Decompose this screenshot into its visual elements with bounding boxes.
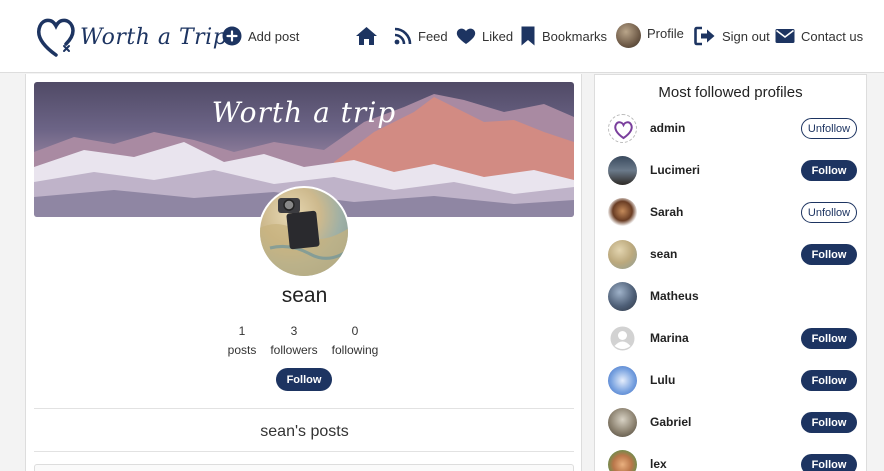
stat-posts-value: 1 (238, 324, 246, 338)
profile-follow-button[interactable]: Follow (276, 368, 332, 391)
follow-button[interactable]: Follow (801, 370, 857, 391)
nav-contact[interactable]: Contact us (775, 22, 863, 50)
follow-button[interactable]: Follow (801, 328, 857, 349)
nav-liked-label: Liked (482, 28, 514, 44)
profile-avatar (258, 186, 350, 278)
nav-add-post-label: Add post (248, 28, 300, 44)
stat-followers-value: 3 (290, 324, 298, 338)
avatar (608, 450, 637, 471)
follow-button[interactable]: Follow (801, 454, 857, 471)
profile-username: sean (281, 284, 328, 307)
profile-name[interactable]: Lucimeri (650, 163, 700, 177)
profile-card: Worth a trip sean 1 posts 3 followers 0 … (25, 74, 582, 471)
nav-add-post[interactable]: Add post (222, 22, 299, 50)
profile-row-marina[interactable]: Marina Follow (595, 317, 866, 359)
unfollow-button[interactable]: Unfollow (801, 202, 857, 223)
avatar (608, 198, 637, 227)
avatar (608, 114, 637, 143)
profile-row-lulu[interactable]: Lulu Follow (595, 359, 866, 401)
nav-sign-out[interactable]: Sign out (694, 22, 770, 50)
nav-contact-label: Contact us (801, 28, 864, 44)
profile-name[interactable]: admin (650, 121, 685, 135)
profile-row-lex[interactable]: lex Follow (595, 443, 866, 471)
profile-name[interactable]: Lulu (650, 373, 675, 387)
profile-row-sean[interactable]: sean Follow (595, 233, 866, 275)
profile-name[interactable]: Marina (650, 331, 689, 345)
post-card[interactable] (34, 464, 574, 471)
divider (34, 451, 574, 452)
stat-followers-label: followers (270, 343, 318, 357)
brand-name: Worth a Trip (80, 24, 228, 50)
stat-posts-label: posts (227, 343, 257, 357)
follow-button[interactable]: Follow (801, 244, 857, 265)
nav-feed-label: Feed (418, 28, 448, 44)
envelope-icon (775, 28, 795, 44)
profile-name[interactable]: Matheus (650, 289, 699, 303)
posts-section-title: sean's posts (260, 423, 349, 440)
heart-logo-icon (614, 121, 633, 140)
avatar (608, 408, 637, 437)
home-icon (355, 26, 378, 46)
sidebar-title: Most followed profiles (658, 84, 803, 101)
rss-icon (394, 27, 412, 45)
bookmark-icon (520, 26, 536, 46)
nav-sign-out-label: Sign out (722, 28, 770, 44)
nav-profile-label: Profile (647, 25, 684, 41)
divider (34, 408, 574, 409)
profile-name[interactable]: Sarah (650, 205, 683, 219)
avatar (608, 240, 637, 269)
sign-out-icon (694, 26, 716, 46)
nav-feed[interactable]: Feed (394, 22, 448, 50)
nav-home[interactable] (355, 22, 384, 50)
avatar (608, 156, 637, 185)
user-avatar (616, 22, 641, 48)
default-user-icon (608, 324, 637, 353)
heart-icon (456, 27, 476, 45)
banner-title: Worth a trip (211, 96, 397, 129)
nav-bookmarks[interactable]: Bookmarks (520, 22, 607, 50)
avatar (608, 366, 637, 395)
heart-logo-icon (37, 18, 75, 57)
plus-circle-icon (222, 26, 242, 46)
navbar: Worth a Trip Add post Feed Liked Bookmar… (0, 0, 884, 73)
profile-name[interactable]: lex (650, 457, 667, 471)
nav-liked[interactable]: Liked (456, 22, 513, 50)
stat-following: 0 following (327, 322, 383, 360)
profile-row-matheus[interactable]: Matheus (595, 275, 866, 317)
stat-posts: 1 posts (225, 322, 259, 360)
profile-row-lucimeri[interactable]: Lucimeri Follow (595, 149, 866, 191)
profile-row-admin[interactable]: admin Unfollow (595, 107, 866, 149)
most-followed-sidebar: Most followed profiles admin Unfollow Lu… (594, 74, 867, 471)
stat-following-value: 0 (351, 324, 359, 338)
nav-bookmarks-label: Bookmarks (542, 28, 608, 44)
profile-name[interactable]: sean (650, 247, 677, 261)
profile-name[interactable]: Gabriel (650, 415, 691, 429)
follow-button[interactable]: Follow (801, 160, 857, 181)
unfollow-button[interactable]: Unfollow (801, 118, 857, 139)
stat-following-label: following (331, 343, 379, 357)
avatar (608, 282, 637, 311)
stat-followers: 3 followers (264, 322, 324, 360)
profile-row-sarah[interactable]: Sarah Unfollow (595, 191, 866, 233)
brand-logo[interactable]: Worth a Trip (34, 15, 227, 59)
profile-row-gabriel[interactable]: Gabriel Follow (595, 401, 866, 443)
follow-button[interactable]: Follow (801, 412, 857, 433)
nav-profile[interactable]: Profile (616, 21, 684, 49)
